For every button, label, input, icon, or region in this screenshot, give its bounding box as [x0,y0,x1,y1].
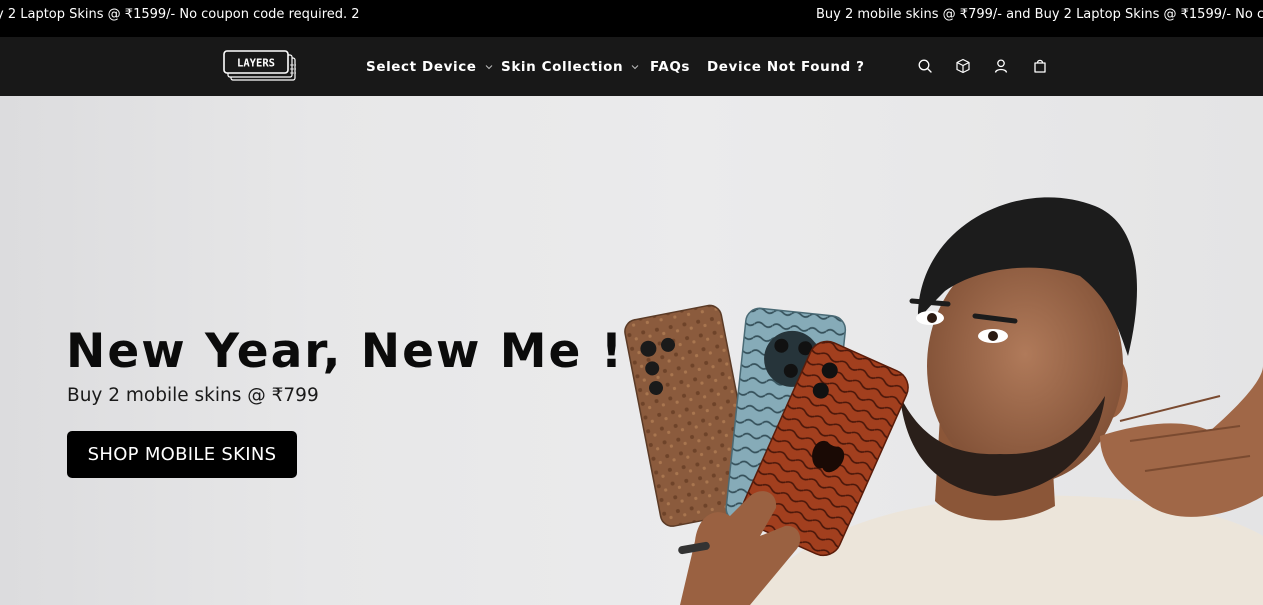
nav-select-device[interactable]: Select Device [366,59,493,75]
account-icon[interactable] [992,57,1010,75]
cart-icon[interactable] [1031,57,1049,75]
hero-model-photo [624,197,1263,605]
hero-title: New Year, New Me ! [66,324,625,379]
announcement-text: Buy 2 mobile skins @ ₹799/- and Buy 2 La… [816,7,1263,22]
nav-faqs[interactable]: FAQs [650,59,690,75]
nav-label: Device Not Found ? [707,59,865,75]
nav-skin-collection[interactable]: Skin Collection [501,59,639,75]
logo-text: LAYERS [237,58,275,70]
announcement-text: y 2 Laptop Skins @ ₹1599/- No coupon cod… [0,7,360,22]
site-header: LAYERS Select Device Skin Collection FAQ… [0,37,1263,96]
brand-logo[interactable]: LAYERS [222,49,298,83]
announcement-bar: y 2 Laptop Skins @ ₹1599/- No coupon cod… [0,0,1263,37]
hero-banner[interactable]: New Year, New Me ! Buy 2 mobile skins @ … [0,96,1263,605]
nav-label: FAQs [650,59,691,75]
nav-label: Skin Collection [501,59,624,75]
chevron-down-icon [631,65,639,70]
nav-device-not-found[interactable]: Device Not Found ? [707,59,865,75]
nav-label: Select Device [366,59,477,75]
logo-graphic: LAYERS [223,50,296,81]
chevron-down-icon [485,65,492,70]
search-icon[interactable] [916,57,934,75]
box-icon[interactable] [954,57,972,75]
hero-subtitle: Buy 2 mobile skins @ ₹799 [67,385,319,406]
shop-mobile-skins-button[interactable]: SHOP MOBILE SKINS [67,431,297,478]
